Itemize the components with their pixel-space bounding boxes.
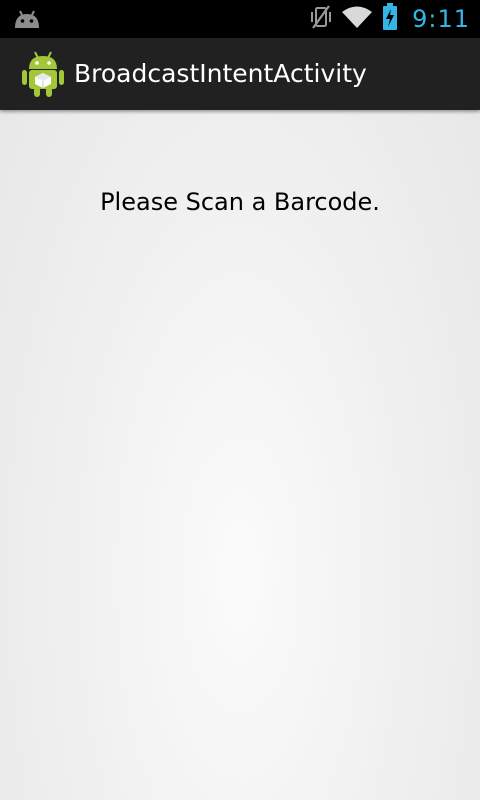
status-time: 9:11: [412, 5, 470, 33]
android-notification-icon: [12, 8, 42, 30]
battery-charging-icon: [382, 3, 398, 35]
app-title: BroadcastIntentActivity: [74, 59, 367, 88]
status-icons: 9:11: [310, 0, 470, 38]
action-bar: BroadcastIntentActivity: [0, 38, 480, 110]
status-bar: 9:11: [0, 0, 480, 38]
scan-message: Please Scan a Barcode.: [100, 188, 380, 216]
vibrate-mute-icon: [310, 4, 332, 34]
wifi-icon: [342, 5, 373, 33]
screen: 9:11 BroadcastIntentActivity Please Scan…: [0, 0, 480, 800]
android-app-icon[interactable]: [22, 50, 64, 98]
